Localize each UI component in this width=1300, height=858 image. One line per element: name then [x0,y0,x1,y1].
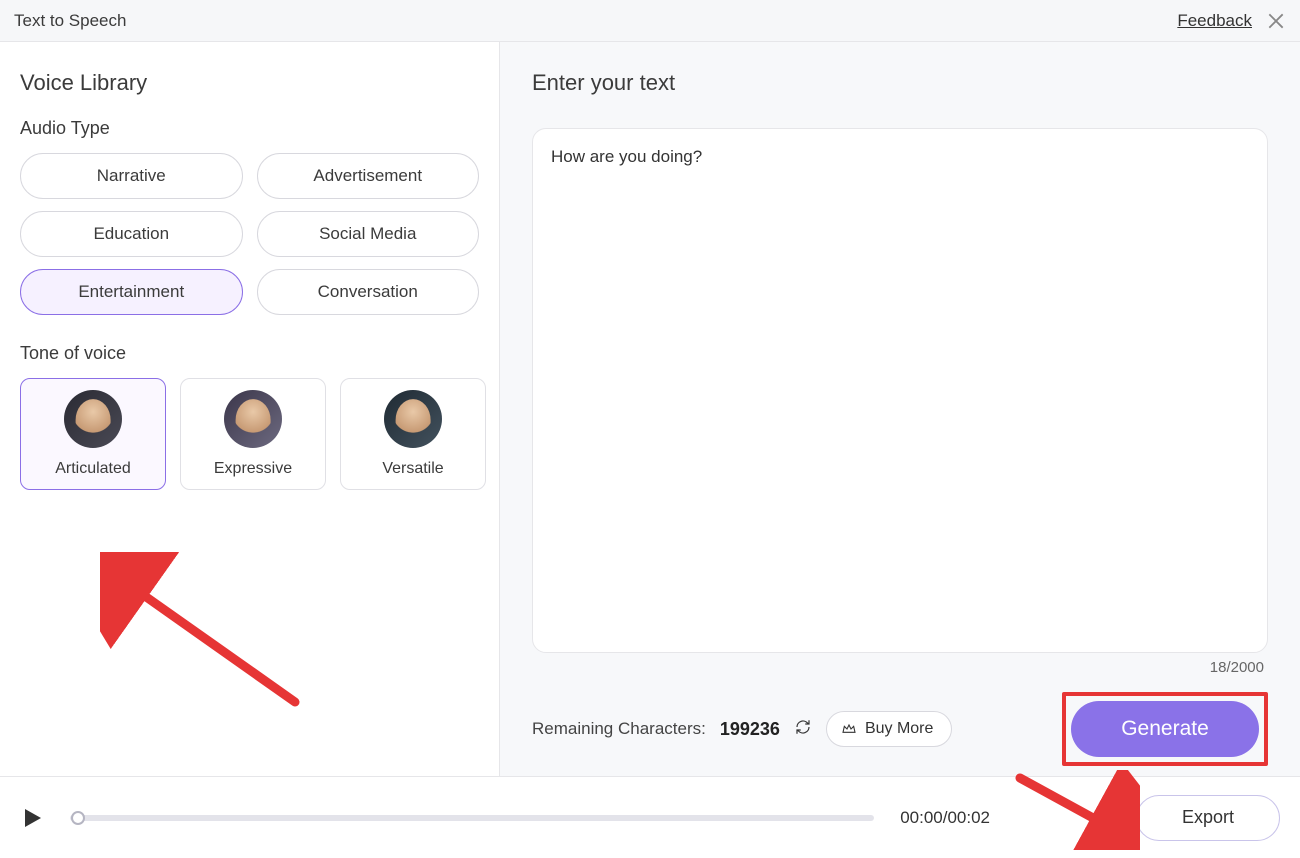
enter-text-title: Enter your text [532,70,1268,96]
avatar-icon [384,390,442,448]
audio-type-narrative[interactable]: Narrative [20,153,243,199]
feedback-link[interactable]: Feedback [1177,11,1252,31]
export-label: Export [1182,807,1234,827]
char-counter: 18/2000 [532,659,1264,676]
generate-label: Generate [1121,717,1209,740]
audio-type-grid: Narrative Advertisement Education Social… [20,153,479,315]
audio-type-label: Social Media [319,224,416,244]
tone-label: Versatile [382,460,443,478]
play-icon[interactable] [20,806,44,830]
voice-library-panel: Voice Library Audio Type Narrative Adver… [0,42,500,776]
audio-type-heading: Audio Type [20,118,479,139]
text-entry-panel: Enter your text 18/2000 Remaining Charac… [500,42,1300,776]
export-button[interactable]: Export [1136,795,1280,841]
voice-library-title: Voice Library [20,70,479,96]
header-actions: Feedback [1177,11,1286,31]
audio-type-label: Entertainment [78,282,184,302]
tone-grid: Articulated Expressive Versatile [20,378,479,490]
header-bar: Text to Speech Feedback [0,0,1300,42]
tone-label: Articulated [55,460,131,478]
generate-button[interactable]: Generate [1071,701,1259,757]
audio-type-label: Education [93,224,169,244]
close-icon[interactable] [1266,11,1286,31]
text-input[interactable] [551,147,1249,634]
tone-versatile[interactable]: Versatile [340,378,486,490]
audio-type-advertisement[interactable]: Advertisement [257,153,480,199]
buy-more-label: Buy More [865,720,933,738]
tone-heading: Tone of voice [20,343,479,364]
buy-more-button[interactable]: Buy More [826,711,952,747]
crown-icon [841,721,857,737]
audio-type-label: Conversation [318,282,418,302]
remaining-group: Remaining Characters: 199236 Buy More [532,711,952,747]
avatar-icon [64,390,122,448]
time-display: 00:00/00:02 [900,808,990,828]
audio-type-education[interactable]: Education [20,211,243,257]
audio-type-conversation[interactable]: Conversation [257,269,480,315]
seek-slider[interactable] [70,815,874,821]
refresh-icon[interactable] [794,718,812,741]
audio-type-entertainment[interactable]: Entertainment [20,269,243,315]
tone-label: Expressive [214,460,292,478]
remaining-value: 199236 [720,719,780,740]
tone-articulated[interactable]: Articulated [20,378,166,490]
player-bar: 00:00/00:02 Export [0,776,1300,858]
seek-thumb[interactable] [71,811,85,825]
remaining-label: Remaining Characters: [532,719,706,739]
avatar-icon [224,390,282,448]
audio-type-label: Narrative [97,166,166,186]
text-input-container [532,128,1268,653]
audio-type-social-media[interactable]: Social Media [257,211,480,257]
app-title: Text to Speech [14,11,126,31]
action-row: Remaining Characters: 199236 Buy More Ge… [532,692,1268,766]
annotation-arrow-icon [100,552,310,722]
audio-type-label: Advertisement [313,166,422,186]
annotation-highlight-box: Generate [1062,692,1268,766]
tone-expressive[interactable]: Expressive [180,378,326,490]
